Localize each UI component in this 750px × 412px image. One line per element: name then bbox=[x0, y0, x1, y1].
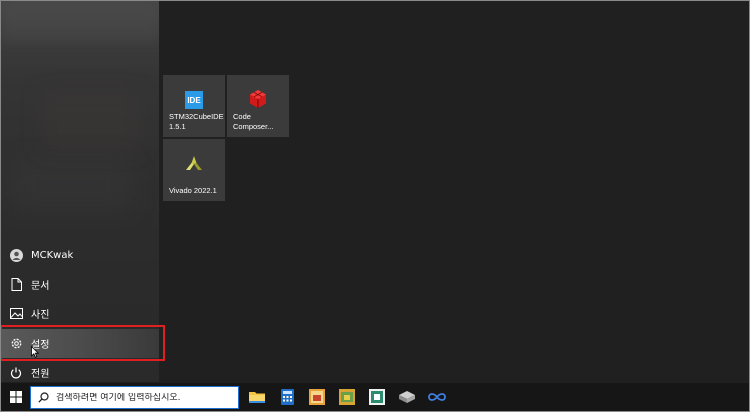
nav-item-documents[interactable]: 문서 bbox=[1, 270, 159, 299]
tile-vivado[interactable]: Vivado 2022.1 bbox=[163, 139, 225, 201]
mouse-cursor-icon bbox=[31, 343, 40, 362]
tile-label: Vivado 2022.1 bbox=[169, 186, 217, 195]
taskbar bbox=[1, 383, 749, 411]
stm32cubeide-icon: IDE bbox=[185, 91, 203, 109]
code-composer-icon bbox=[248, 89, 268, 113]
power-icon bbox=[9, 366, 23, 380]
nav-item-label: 사진 bbox=[31, 310, 50, 321]
vivado-icon bbox=[184, 154, 204, 178]
app-icon-3[interactable] bbox=[368, 388, 386, 406]
nav-item-label: MCKwak bbox=[31, 250, 74, 261]
tile-label: Code Composer... bbox=[233, 112, 274, 131]
start-button[interactable] bbox=[1, 383, 31, 411]
windows-icon bbox=[10, 388, 22, 407]
picture-icon bbox=[9, 307, 23, 321]
app-icon-5[interactable] bbox=[428, 388, 446, 406]
user-icon bbox=[9, 249, 23, 263]
search-icon bbox=[38, 392, 50, 404]
start-menu-tiles-area bbox=[159, 1, 749, 382]
app-icon-4[interactable] bbox=[398, 388, 416, 406]
tile-code-composer[interactable]: Code Composer... bbox=[227, 75, 289, 137]
tile-label: STM32CubeIDE 1.5.1 bbox=[169, 112, 224, 131]
nav-item-user[interactable]: MCKwak bbox=[1, 241, 159, 270]
nav-item-label: 문서 bbox=[31, 281, 50, 292]
file-explorer-icon[interactable] bbox=[248, 388, 266, 406]
nav-item-pictures[interactable]: 사진 bbox=[1, 299, 159, 328]
taskbar-search-box[interactable] bbox=[30, 386, 239, 409]
search-input[interactable] bbox=[56, 392, 236, 403]
app-icon-2[interactable] bbox=[338, 388, 356, 406]
nav-item-label: 전원 bbox=[31, 369, 50, 380]
document-icon bbox=[9, 278, 23, 292]
tile-stm32cubeide[interactable]: IDE STM32CubeIDE 1.5.1 bbox=[163, 75, 225, 137]
settings-highlight-box bbox=[0, 325, 165, 361]
calculator-icon[interactable] bbox=[278, 388, 296, 406]
app-icon-1[interactable] bbox=[308, 388, 326, 406]
